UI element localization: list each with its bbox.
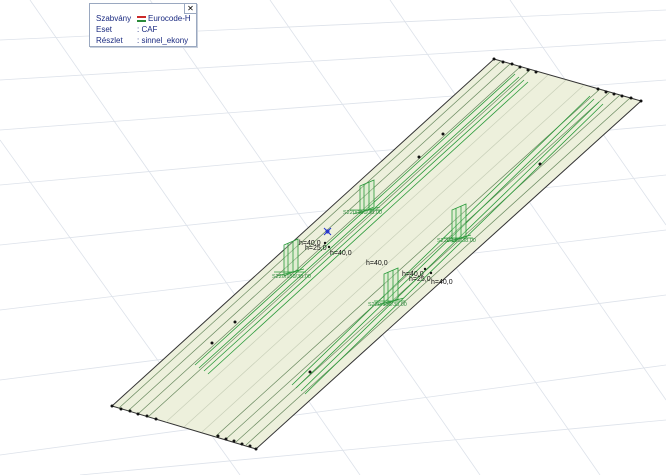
info-label-detail: Részlet <box>96 36 123 45</box>
info-label-standard: Szabvány <box>96 14 132 23</box>
dimension-label-7: h=40,0 <box>431 279 453 286</box>
info-label-case: Eset <box>96 25 113 34</box>
dimension-label-6: h=25,0 <box>409 276 431 283</box>
model-viewport[interactable]: S220/150/38.00 S220/150/38.00 S220/150/3… <box>0 0 666 475</box>
node-label-4: S220/150/38.00 <box>368 302 407 308</box>
hungarian-flag-icon <box>137 16 146 22</box>
node-label-1: S220/150/38.00 <box>343 210 382 216</box>
dimension-label-3: h=40,0 <box>330 250 352 257</box>
standard-value: Eurocode-H <box>148 14 191 23</box>
info-value-detail: : sinnel_ekony <box>137 36 189 45</box>
dimension-label-2: h=25,0 <box>305 245 327 252</box>
slab-deck[interactable] <box>111 58 643 450</box>
info-panel: ✕ Szabvány Eurocode-H Eset : CAF Részlet… <box>89 3 197 47</box>
info-row-standard: Szabvány Eurocode-H <box>90 13 196 24</box>
info-row-detail: Részlet : sinnel_ekony <box>90 35 196 46</box>
node-label-3: S220/150/38.00 <box>272 274 311 280</box>
info-value-standard: Eurocode-H <box>137 13 191 24</box>
info-row-case: Eset : CAF <box>90 24 196 35</box>
node-label-2: S220/150/38.00 <box>437 238 476 244</box>
dimension-label-4: h=40,0 <box>366 260 388 267</box>
info-value-case: : CAF <box>137 25 158 34</box>
